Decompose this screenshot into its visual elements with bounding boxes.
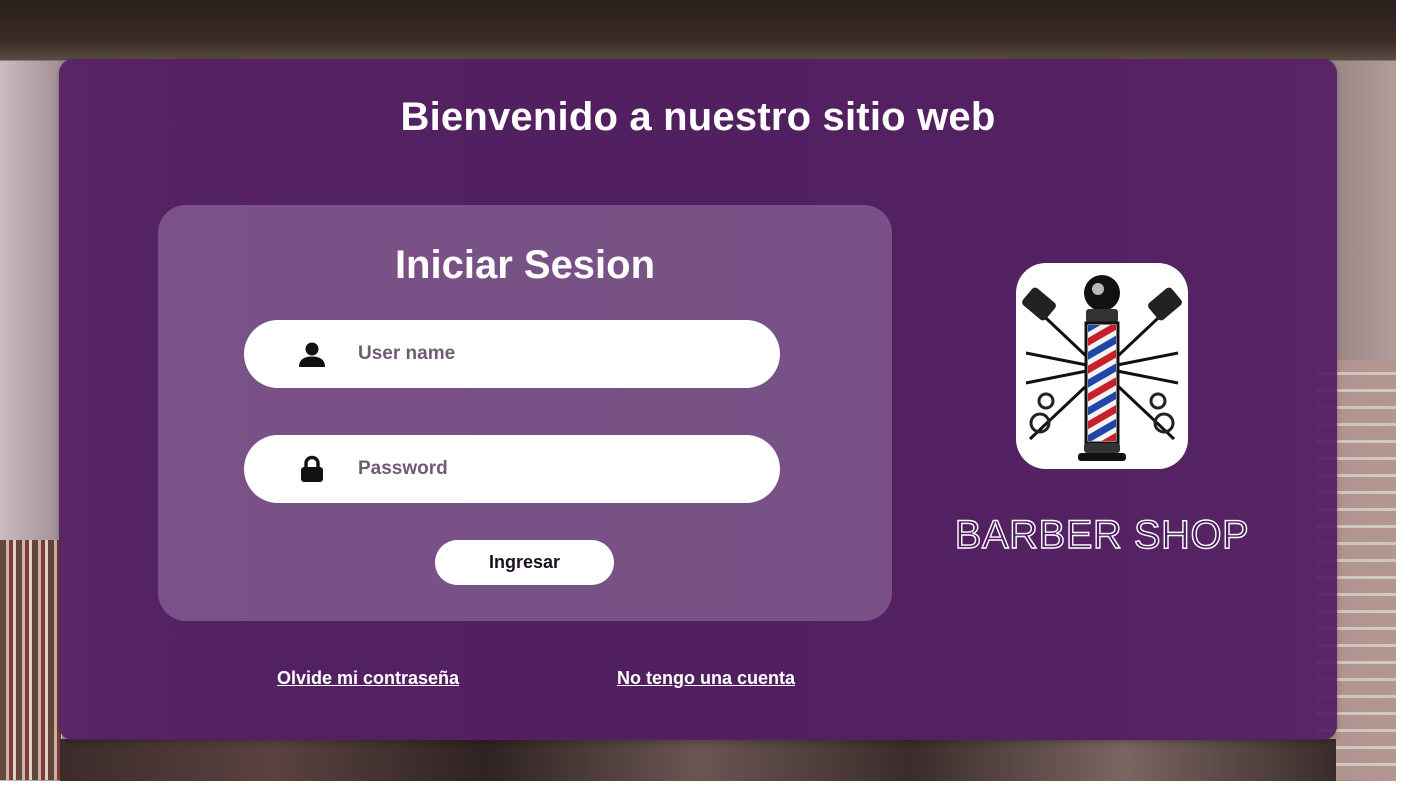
username-field[interactable]: User name xyxy=(244,320,780,388)
page-background: Bienvenido a nuestro sitio web Iniciar S… xyxy=(0,0,1396,781)
barber-pole-logo xyxy=(1016,263,1188,469)
brand-name: BARBER SHOP xyxy=(954,512,1250,557)
login-title: Iniciar Sesion xyxy=(394,243,656,287)
username-placeholder: User name xyxy=(358,343,456,364)
background-floor xyxy=(60,739,1336,781)
user-icon xyxy=(299,342,325,367)
background-shelves xyxy=(0,540,62,780)
welcome-title: Bienvenido a nuestro sitio web xyxy=(400,95,996,139)
forgot-password-link[interactable]: Olvide mi contraseña xyxy=(277,668,459,689)
no-account-link[interactable]: No tengo una cuenta xyxy=(617,668,795,689)
main-panel: Bienvenido a nuestro sitio web Iniciar S… xyxy=(59,59,1337,740)
login-card: Iniciar Sesion User name Password Ingres… xyxy=(158,205,892,621)
password-placeholder: Password xyxy=(358,458,448,479)
password-field[interactable]: Password xyxy=(244,435,780,503)
lock-icon xyxy=(301,455,323,482)
login-button[interactable]: Ingresar xyxy=(435,540,614,585)
barber-pole-icon xyxy=(1022,275,1182,461)
